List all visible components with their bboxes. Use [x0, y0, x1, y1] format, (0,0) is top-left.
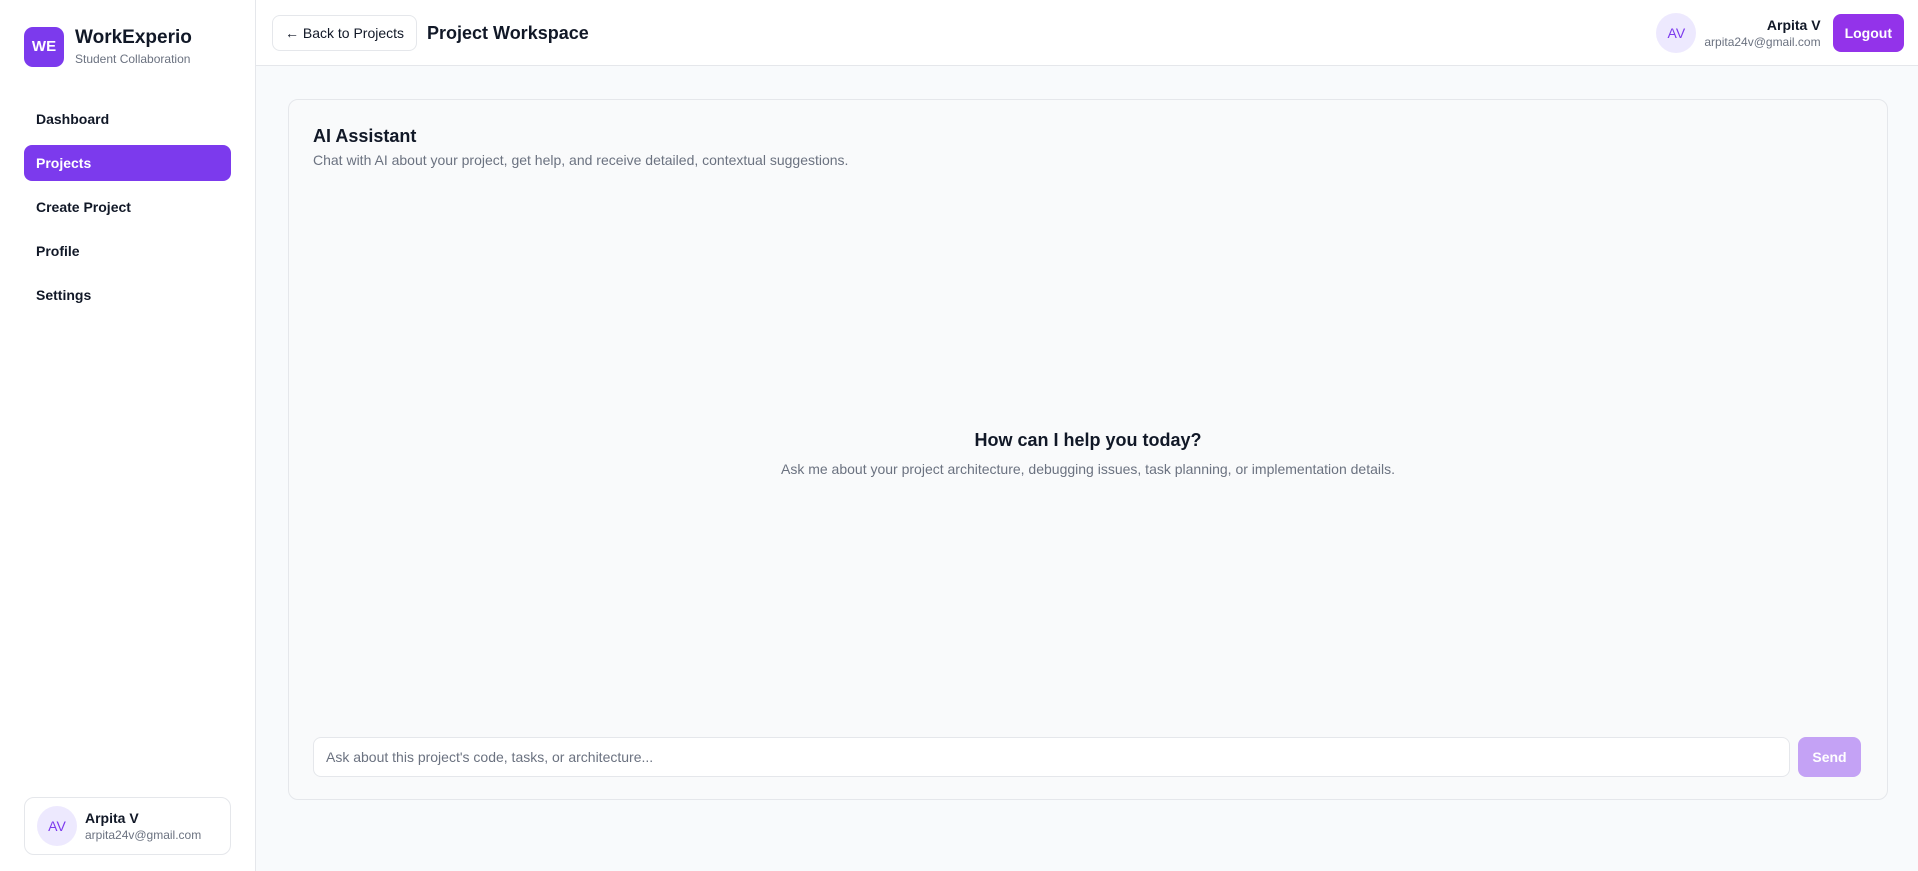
- logout-button[interactable]: Logout: [1832, 14, 1904, 52]
- brand-subtitle: Student Collaboration: [75, 52, 191, 66]
- chat-input[interactable]: [313, 737, 1790, 777]
- send-button[interactable]: Send: [1798, 737, 1861, 777]
- header-user-info: Arpita V arpita24v@gmail.com: [1704, 16, 1820, 50]
- sidebar-item-settings[interactable]: Settings: [24, 277, 231, 313]
- brand-logo: WE: [24, 26, 64, 67]
- avatar[interactable]: AV: [1656, 13, 1697, 53]
- sidebar-user-email: arpita24v@gmail.com: [85, 828, 202, 842]
- ai-assistant-panel: AI Assistant Chat with AI about your pro…: [288, 99, 1888, 800]
- header-user-name: Arpita V: [1766, 17, 1821, 33]
- empty-state: How can I help you today? Ask me about y…: [289, 428, 1887, 478]
- header-user-email: arpita24v@gmail.com: [1704, 35, 1821, 49]
- brand-name: WorkExperio: [75, 27, 192, 48]
- sidebar-user-card[interactable]: AV Arpita V arpita24v@gmail.com: [24, 797, 231, 855]
- back-to-projects-button[interactable]: ← Back to Projects: [272, 15, 418, 51]
- empty-state-title: How can I help you today?: [974, 430, 1202, 450]
- main-content: AI Assistant Chat with AI about your pro…: [256, 66, 1918, 871]
- top-bar: ← Back to Projects Project Workspace AV …: [256, 0, 1918, 66]
- panel-subtitle: Chat with AI about your project, get hel…: [313, 152, 849, 168]
- sidebar-user-info: Arpita V arpita24v@gmail.com: [85, 809, 201, 843]
- panel-title: AI Assistant: [313, 126, 417, 146]
- brand-text: WorkExperio Student Collaboration: [75, 26, 192, 67]
- sidebar-item-dashboard[interactable]: Dashboard: [24, 101, 231, 137]
- sidebar: WE WorkExperio Student Collaboration Das…: [0, 0, 256, 871]
- sidebar-nav: Dashboard Projects Create Project Profil…: [24, 101, 231, 321]
- header-user: AV Arpita V arpita24v@gmail.com Logout: [1656, 13, 1904, 53]
- empty-state-subtitle: Ask me about your project architecture, …: [780, 461, 1395, 477]
- page-title: Project Workspace: [427, 23, 589, 43]
- sidebar-item-projects[interactable]: Projects: [24, 145, 231, 181]
- sidebar-user-name: Arpita V: [85, 810, 139, 826]
- avatar: AV: [37, 806, 77, 846]
- sidebar-item-profile[interactable]: Profile: [24, 233, 231, 269]
- brand: WE WorkExperio Student Collaboration: [24, 26, 192, 67]
- sidebar-item-create-project[interactable]: Create Project: [24, 189, 231, 225]
